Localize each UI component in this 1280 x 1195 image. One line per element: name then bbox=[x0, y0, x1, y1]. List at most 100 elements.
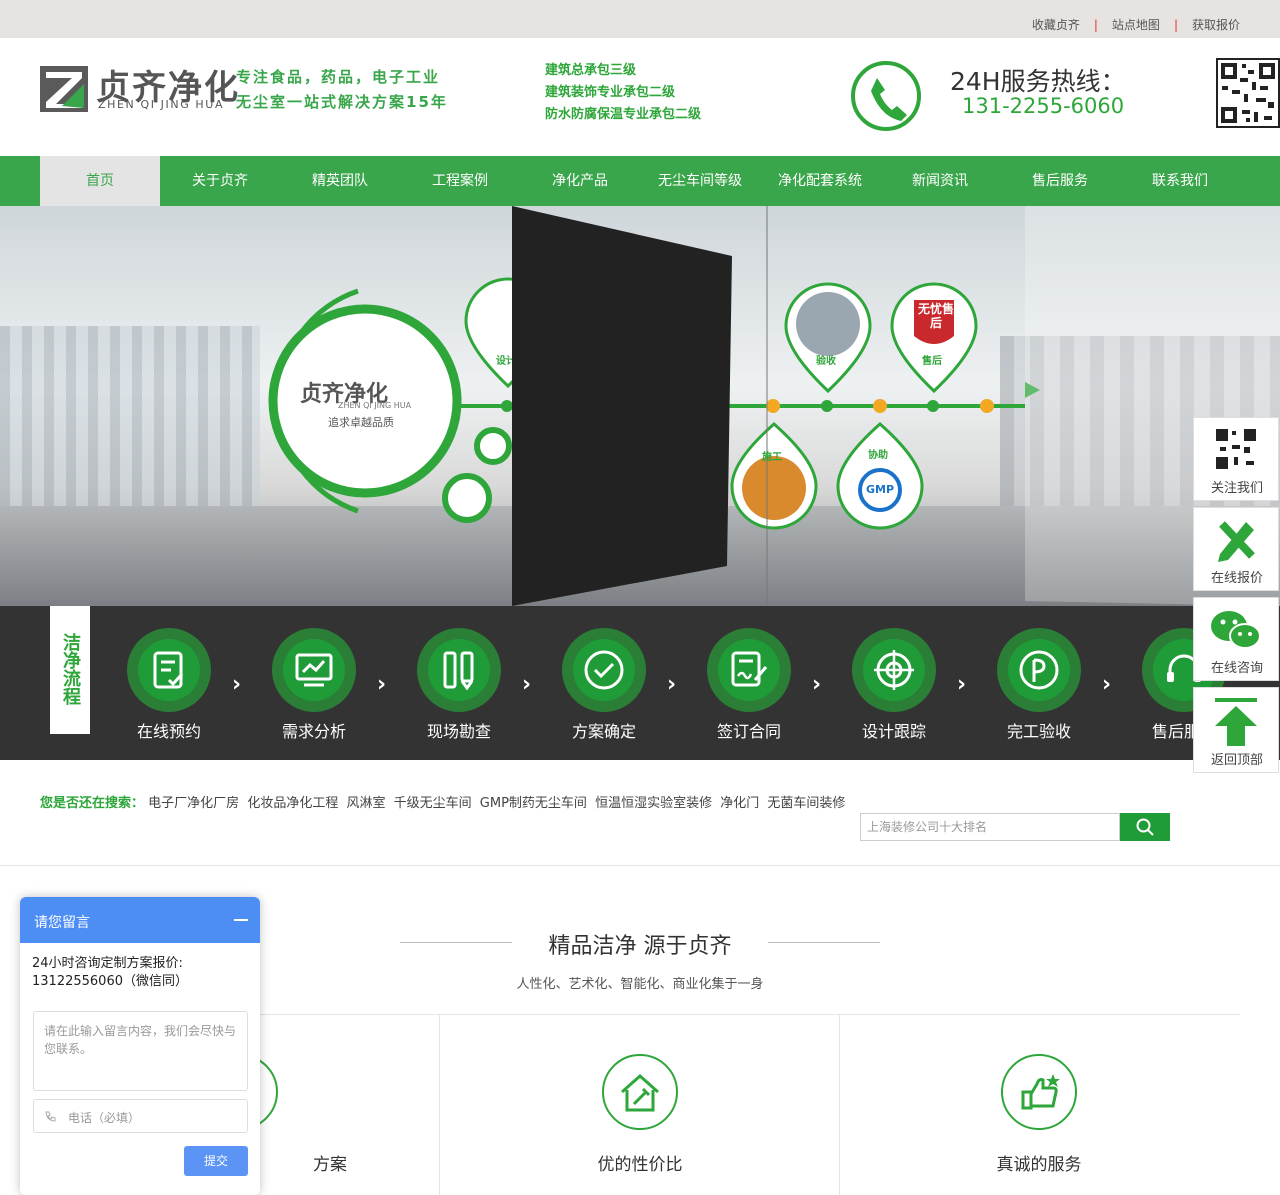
side-follow-us[interactable]: 关注我们 bbox=[1193, 417, 1279, 501]
after-sales-badge: 无忧售后 bbox=[917, 302, 954, 330]
target-icon bbox=[874, 650, 914, 690]
phone-field[interactable]: 电话（必填） bbox=[33, 1099, 248, 1133]
wechat-icon bbox=[1211, 611, 1261, 649]
side-label: 返回顶部 bbox=[1210, 753, 1263, 768]
side-online-chat[interactable]: 在线咨询 bbox=[1193, 597, 1279, 681]
flow-step-label: 完工验收 bbox=[1006, 722, 1071, 741]
main-nav: 首页 关于贞齐 精英团队 工程案例 净化产品 无尘车间等级 净化配套系统 新闻资… bbox=[0, 156, 1280, 206]
flow-tag-text: 洁净流程 bbox=[60, 633, 81, 705]
pin-label-assist: 协助 bbox=[868, 450, 888, 461]
keyword-link[interactable]: 无菌车间装修 bbox=[767, 796, 845, 811]
nav-cases[interactable]: 工程案例 bbox=[400, 156, 520, 206]
chevron-right-icon: › bbox=[957, 672, 967, 697]
flow-step-label: 需求分析 bbox=[281, 722, 346, 741]
flag-circle-icon bbox=[1019, 650, 1059, 690]
check-circle-icon bbox=[584, 650, 624, 690]
banner-dark-panel bbox=[512, 206, 732, 606]
bookmark-link[interactable]: 收藏贞齐 bbox=[1032, 16, 1080, 33]
banner-logo-slogan: 追求卓越品质 bbox=[328, 416, 394, 429]
keyword-link[interactable]: 千级无尘车间 bbox=[394, 796, 472, 811]
monitor-chart-icon bbox=[295, 653, 333, 687]
sitemap-link[interactable]: 站点地图 bbox=[1112, 16, 1160, 33]
nav-systems[interactable]: 净化配套系统 bbox=[760, 156, 880, 206]
search-icon bbox=[1136, 818, 1154, 836]
banner-logo-pinyin: ZHEN QI JING HUA bbox=[338, 401, 412, 410]
side-back-to-top[interactable]: 返回顶部 bbox=[1193, 687, 1279, 773]
flow-step-design-tracking[interactable]: 设计跟踪 bbox=[852, 628, 936, 742]
logo-icon[interactable] bbox=[40, 66, 88, 112]
process-flow-tag: 洁净流程 bbox=[50, 606, 90, 734]
keyword-link[interactable]: 化妆品净化工程 bbox=[247, 796, 338, 811]
pin-label-after-sales: 售后 bbox=[922, 356, 942, 367]
get-quote-link[interactable]: 获取报价 bbox=[1192, 16, 1240, 33]
phone-icon bbox=[851, 61, 921, 131]
hot-search-keywords: 您是否还在搜索： 电子厂净化厂房 化妆品净化工程 风淋室 千级无尘车间 GMP制… bbox=[40, 792, 849, 811]
section-divider bbox=[0, 865, 1280, 866]
separator: | bbox=[1173, 17, 1178, 32]
phone-small-icon bbox=[45, 1111, 56, 1122]
nav-products[interactable]: 净化产品 bbox=[520, 156, 640, 206]
nav-contact[interactable]: 联系我们 bbox=[1120, 156, 1240, 206]
search-input[interactable]: 上海装修公司十大排名 bbox=[860, 813, 1120, 841]
top-bar: 收藏贞齐 | 站点地图 | 获取报价 bbox=[0, 0, 1280, 38]
keyword-link[interactable]: 电子厂净化厂房 bbox=[148, 796, 239, 811]
message-widget: 请您留言 24小时咨询定制方案报价: 13122556060（微信同） 请在此输… bbox=[20, 897, 260, 1195]
side-label: 在线报价 bbox=[1210, 571, 1263, 586]
phone-placeholder: 电话（必填） bbox=[68, 1111, 141, 1125]
feature-service: 真诚的服务 bbox=[919, 1054, 1159, 1175]
pin-label-acceptance: 验收 bbox=[816, 356, 836, 367]
flow-step-label: 签订合同 bbox=[716, 722, 781, 741]
flow-step-contract[interactable]: 签订合同 bbox=[707, 628, 791, 742]
column-divider bbox=[439, 1014, 440, 1195]
booking-form-icon bbox=[153, 651, 184, 689]
minimize-icon[interactable] bbox=[234, 919, 248, 921]
flow-step-acceptance[interactable]: 完工验收 bbox=[997, 628, 1081, 742]
nav-cleanroom-grades[interactable]: 无尘车间等级 bbox=[640, 156, 760, 206]
search-button[interactable] bbox=[1120, 813, 1170, 841]
ruler-pencil-icon bbox=[443, 651, 474, 690]
slogan-line2: 无尘室一站式解决方案15年 bbox=[236, 93, 448, 111]
nav-about[interactable]: 关于贞齐 bbox=[160, 156, 280, 206]
gmp-badge: GMP bbox=[866, 483, 895, 496]
flow-step-survey[interactable]: 现场勘查 bbox=[417, 628, 501, 742]
keyword-link[interactable]: 风淋室 bbox=[346, 796, 385, 811]
chevron-right-icon: › bbox=[232, 672, 242, 697]
qr-code-icon bbox=[1216, 58, 1280, 128]
column-divider bbox=[839, 1014, 840, 1195]
message-textarea[interactable]: 请在此输入留言内容，我们会尽快与您联系。 bbox=[33, 1011, 248, 1091]
slogan-line1: 专注食品，药品，电子工业 bbox=[236, 68, 441, 86]
flow-step-label: 现场勘查 bbox=[426, 722, 491, 741]
nav-after-sales[interactable]: 售后服务 bbox=[1000, 156, 1120, 206]
flow-step-label: 方案确定 bbox=[571, 722, 636, 741]
feature-label: 真诚的服务 bbox=[996, 1155, 1082, 1175]
flow-step-label: 设计跟踪 bbox=[861, 722, 926, 741]
qualification-item: 建筑总承包三级 bbox=[545, 63, 637, 78]
side-label: 在线咨询 bbox=[1210, 661, 1263, 676]
flow-step-booking[interactable]: 在线预约 bbox=[127, 628, 211, 742]
qualification-item: 建筑装饰专业承包二级 bbox=[545, 85, 676, 100]
feature-label: 优的性价比 bbox=[597, 1155, 683, 1175]
contract-sign-icon bbox=[731, 651, 768, 687]
keyword-link[interactable]: 恒温恒湿实验室装修 bbox=[595, 796, 712, 811]
keyword-link[interactable]: GMP制药无尘车间 bbox=[480, 796, 587, 811]
qualification-item: 防水防腐保温专业承包二级 bbox=[545, 107, 702, 122]
nav-news[interactable]: 新闻资讯 bbox=[880, 156, 1000, 206]
brand-pinyin: ZHEN QI JING HUA bbox=[98, 98, 225, 111]
keyword-link[interactable]: 净化门 bbox=[720, 796, 759, 811]
nav-team[interactable]: 精英团队 bbox=[280, 156, 400, 206]
hotline-number: 131-2255-6060 bbox=[962, 94, 1125, 118]
side-online-quote[interactable]: 在线报价 bbox=[1193, 507, 1279, 591]
flow-step-plan[interactable]: 方案确定 bbox=[562, 628, 646, 742]
submit-button[interactable]: 提交 bbox=[184, 1146, 248, 1176]
pin-label-construction: 施工 bbox=[762, 452, 782, 463]
arrow-up-icon bbox=[1215, 698, 1257, 746]
qr-code-icon bbox=[1214, 427, 1258, 471]
hotline-title: 24H服务热线： bbox=[950, 67, 1126, 96]
chevron-right-icon: › bbox=[1102, 672, 1112, 697]
hot-search-label: 您是否还在搜索： bbox=[40, 796, 145, 811]
flow-step-analysis[interactable]: 需求分析 bbox=[272, 628, 356, 742]
nav-home[interactable]: 首页 bbox=[40, 156, 160, 206]
chevron-right-icon: › bbox=[812, 672, 822, 697]
chevron-right-icon: › bbox=[377, 672, 387, 697]
qualifications: 建筑总承包三级 建筑装饰专业承包二级 防水防腐保温专业承包二级 bbox=[545, 60, 701, 126]
